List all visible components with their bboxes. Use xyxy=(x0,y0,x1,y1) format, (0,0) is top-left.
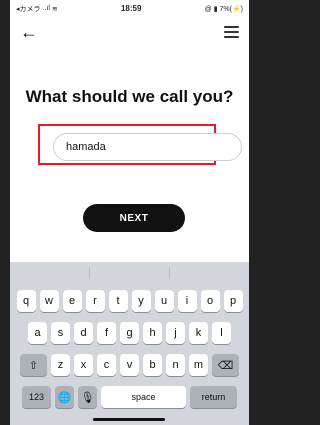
hamburger-menu-icon[interactable] xyxy=(224,26,239,38)
key-k[interactable]: k xyxy=(189,322,208,344)
key-q[interactable]: q xyxy=(16,290,36,312)
key-a[interactable]: a xyxy=(28,322,47,344)
wifi-icon: ≋ xyxy=(51,5,58,13)
suggestion-slot[interactable] xyxy=(10,267,90,279)
key-f[interactable]: f xyxy=(97,322,116,344)
key-j[interactable]: j xyxy=(166,322,185,344)
key-y[interactable]: y xyxy=(131,290,151,312)
key-u[interactable]: u xyxy=(154,290,174,312)
key-i[interactable]: i xyxy=(177,290,197,312)
microphone-icon[interactable]: 🎙 xyxy=(78,386,97,408)
battery-status: @ ▮ 7%(⚡) xyxy=(204,5,243,13)
globe-icon[interactable]: 🌐 xyxy=(55,386,74,408)
key-p[interactable]: p xyxy=(223,290,243,312)
numbers-key[interactable]: 123 xyxy=(22,386,51,408)
key-w[interactable]: w xyxy=(39,290,59,312)
key-m[interactable]: m xyxy=(189,354,208,376)
phone-screen: ◂カメラ ..ıl ≋ 18:59 @ ▮ 7%(⚡) ← What shoul… xyxy=(10,0,249,425)
key-c[interactable]: c xyxy=(97,354,116,376)
key-h[interactable]: h xyxy=(143,322,162,344)
key-row-4: 123 🌐 🎙 space return xyxy=(10,386,249,408)
suggestion-slot[interactable] xyxy=(90,267,170,279)
next-button[interactable]: NEXT xyxy=(83,204,185,232)
key-row-1: q w e r t y u i o p xyxy=(10,290,249,312)
key-row-2: a s d f g h j k l xyxy=(10,322,249,344)
status-bar: ◂カメラ ..ıl ≋ 18:59 @ ▮ 7%(⚡) xyxy=(10,0,249,17)
key-row-3: ⇧ z x c v b n m ⌫ xyxy=(10,354,249,376)
key-l[interactable]: l xyxy=(212,322,231,344)
key-g[interactable]: g xyxy=(120,322,139,344)
delete-icon[interactable]: ⌫ xyxy=(212,354,239,376)
key-t[interactable]: t xyxy=(108,290,128,312)
shift-icon[interactable]: ⇧ xyxy=(20,354,47,376)
key-n[interactable]: n xyxy=(166,354,185,376)
return-key[interactable]: return xyxy=(190,386,237,408)
signal-icon: ..ıl xyxy=(42,5,50,12)
key-b[interactable]: b xyxy=(143,354,162,376)
home-indicator[interactable] xyxy=(93,418,165,421)
suggestion-slot[interactable] xyxy=(170,267,249,279)
name-input[interactable] xyxy=(53,133,242,161)
key-e[interactable]: e xyxy=(62,290,82,312)
space-key[interactable]: space xyxy=(101,386,186,408)
nav-bar: ← xyxy=(10,17,249,47)
keyboard: q w e r t y u i o p a s d f g h j k l ⇧ … xyxy=(10,262,249,425)
back-arrow-icon[interactable]: ← xyxy=(20,23,38,41)
key-z[interactable]: z xyxy=(51,354,70,376)
key-s[interactable]: s xyxy=(51,322,70,344)
suggestion-bar xyxy=(10,262,249,284)
key-v[interactable]: v xyxy=(120,354,139,376)
status-time: 18:59 xyxy=(120,4,142,13)
key-x[interactable]: x xyxy=(74,354,93,376)
key-d[interactable]: d xyxy=(74,322,93,344)
key-o[interactable]: o xyxy=(200,290,220,312)
key-r[interactable]: r xyxy=(85,290,105,312)
carrier-label: ◂カメラ xyxy=(16,5,41,13)
page-title: What should we call you? xyxy=(25,87,234,106)
